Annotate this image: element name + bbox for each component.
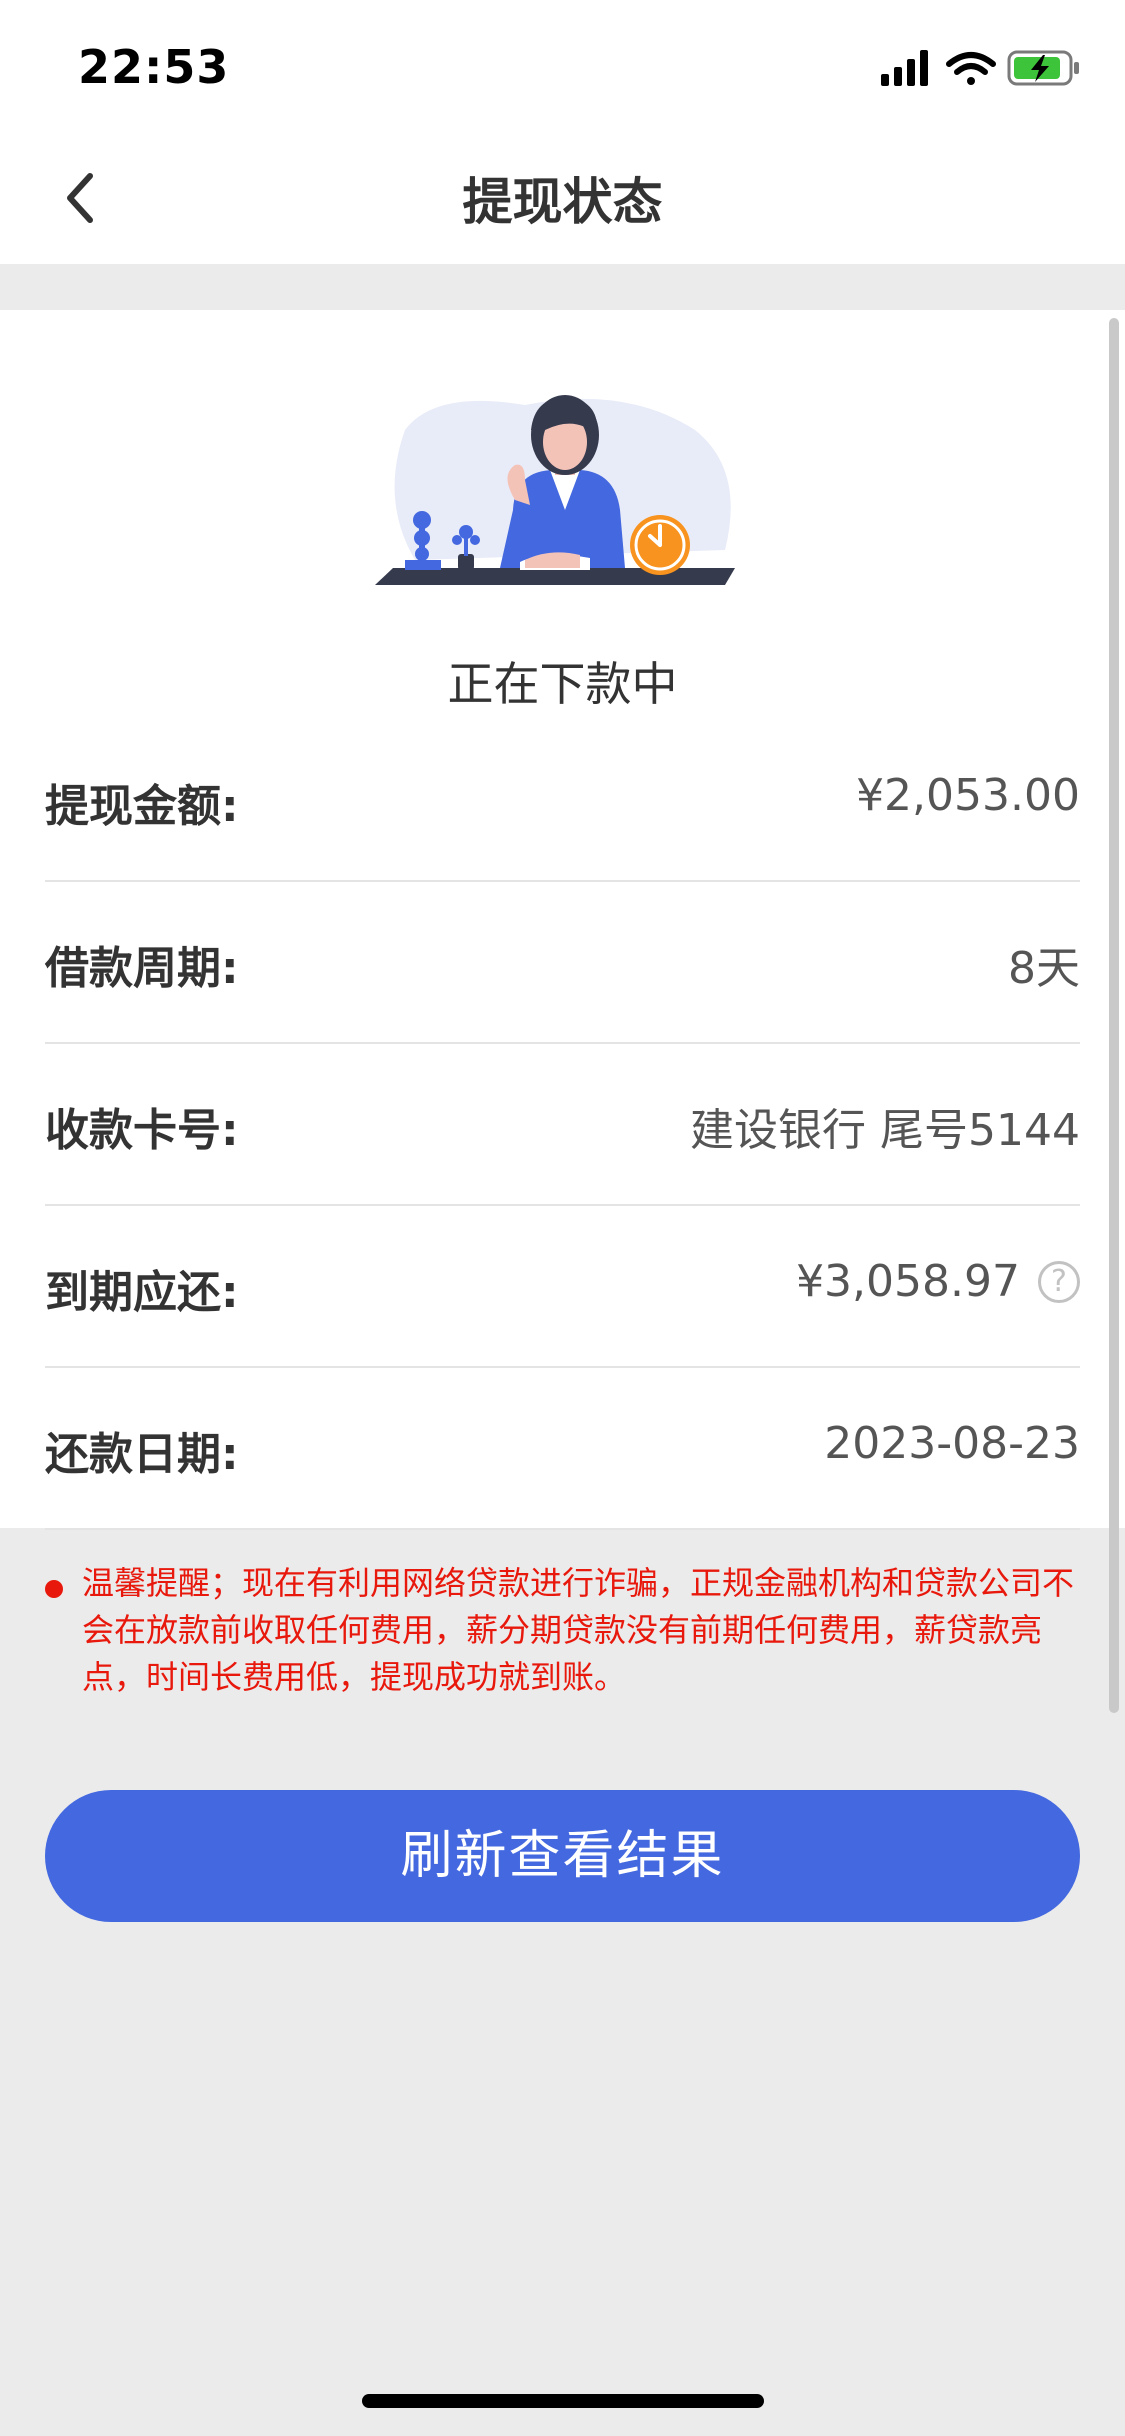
amount-value: ¥2,053.00 [856,770,1080,821]
row-label: 收款卡号: [45,1105,239,1156]
status-icons [881,44,1081,94]
detail-row-period: 借款周期: 8天 [45,882,1080,1044]
battery-charging-icon [1007,50,1079,86]
nav-bar: 提现状态 [0,132,1125,264]
signal-icon [881,50,928,86]
detail-list: 提现金额: ¥2,053.00 借款周期: 8天 收款卡号: 建设银行 尾号51… [45,720,1080,1530]
row-label: 提现金额: [45,781,239,832]
due-date-value: 2023-08-23 [824,1418,1080,1469]
home-indicator[interactable] [362,2394,764,2408]
refresh-result-button[interactable]: 刷新查看结果 [45,1790,1080,1922]
scrollbar[interactable] [1109,318,1119,1713]
page-title: 提现状态 [462,173,663,231]
woman-waiting-clock-illustration [375,390,750,590]
row-value: ¥3,058.97 ? [796,1256,1080,1307]
detail-row-due-amount: 到期应还: ¥3,058.97 ? [45,1206,1080,1368]
row-label: 到期应还: [45,1267,239,1318]
card-value: 建设银行 尾号5144 [690,1105,1080,1156]
period-value: 8天 [1008,943,1080,994]
withdrawal-status-card: 正在下款中 提现金额: ¥2,053.00 借款周期: 8天 收款卡号: 建设银… [0,310,1125,1530]
warning-dot-icon [45,1580,63,1598]
detail-row-due-date: 还款日期: 2023-08-23 [45,1368,1080,1530]
due-amount-value: ¥3,058.97 [796,1256,1020,1307]
wifi-icon [946,52,996,85]
question-icon[interactable]: ? [1038,1260,1080,1303]
row-value: ¥2,053.00 [856,770,1080,821]
status-time: 22:53 [78,40,230,94]
row-value: 2023-08-23 [824,1418,1080,1469]
status-bar: 22:53 [0,0,1125,132]
detail-row-amount: 提现金额: ¥2,053.00 [45,720,1080,882]
status-text: 正在下款中 [447,657,678,711]
detail-row-card: 收款卡号: 建设银行 尾号5144 [45,1044,1080,1206]
notice-text: 温馨提醒；现在有利用网络贷款进行诈骗，正规金融机构和贷款公司不会在放款前收取任何… [82,1564,1075,1696]
row-label: 还款日期: [45,1429,239,1480]
row-value: 建设银行 尾号5144 [690,1094,1080,1158]
row-label: 借款周期: [45,943,239,994]
row-value: 8天 [1008,932,1080,996]
